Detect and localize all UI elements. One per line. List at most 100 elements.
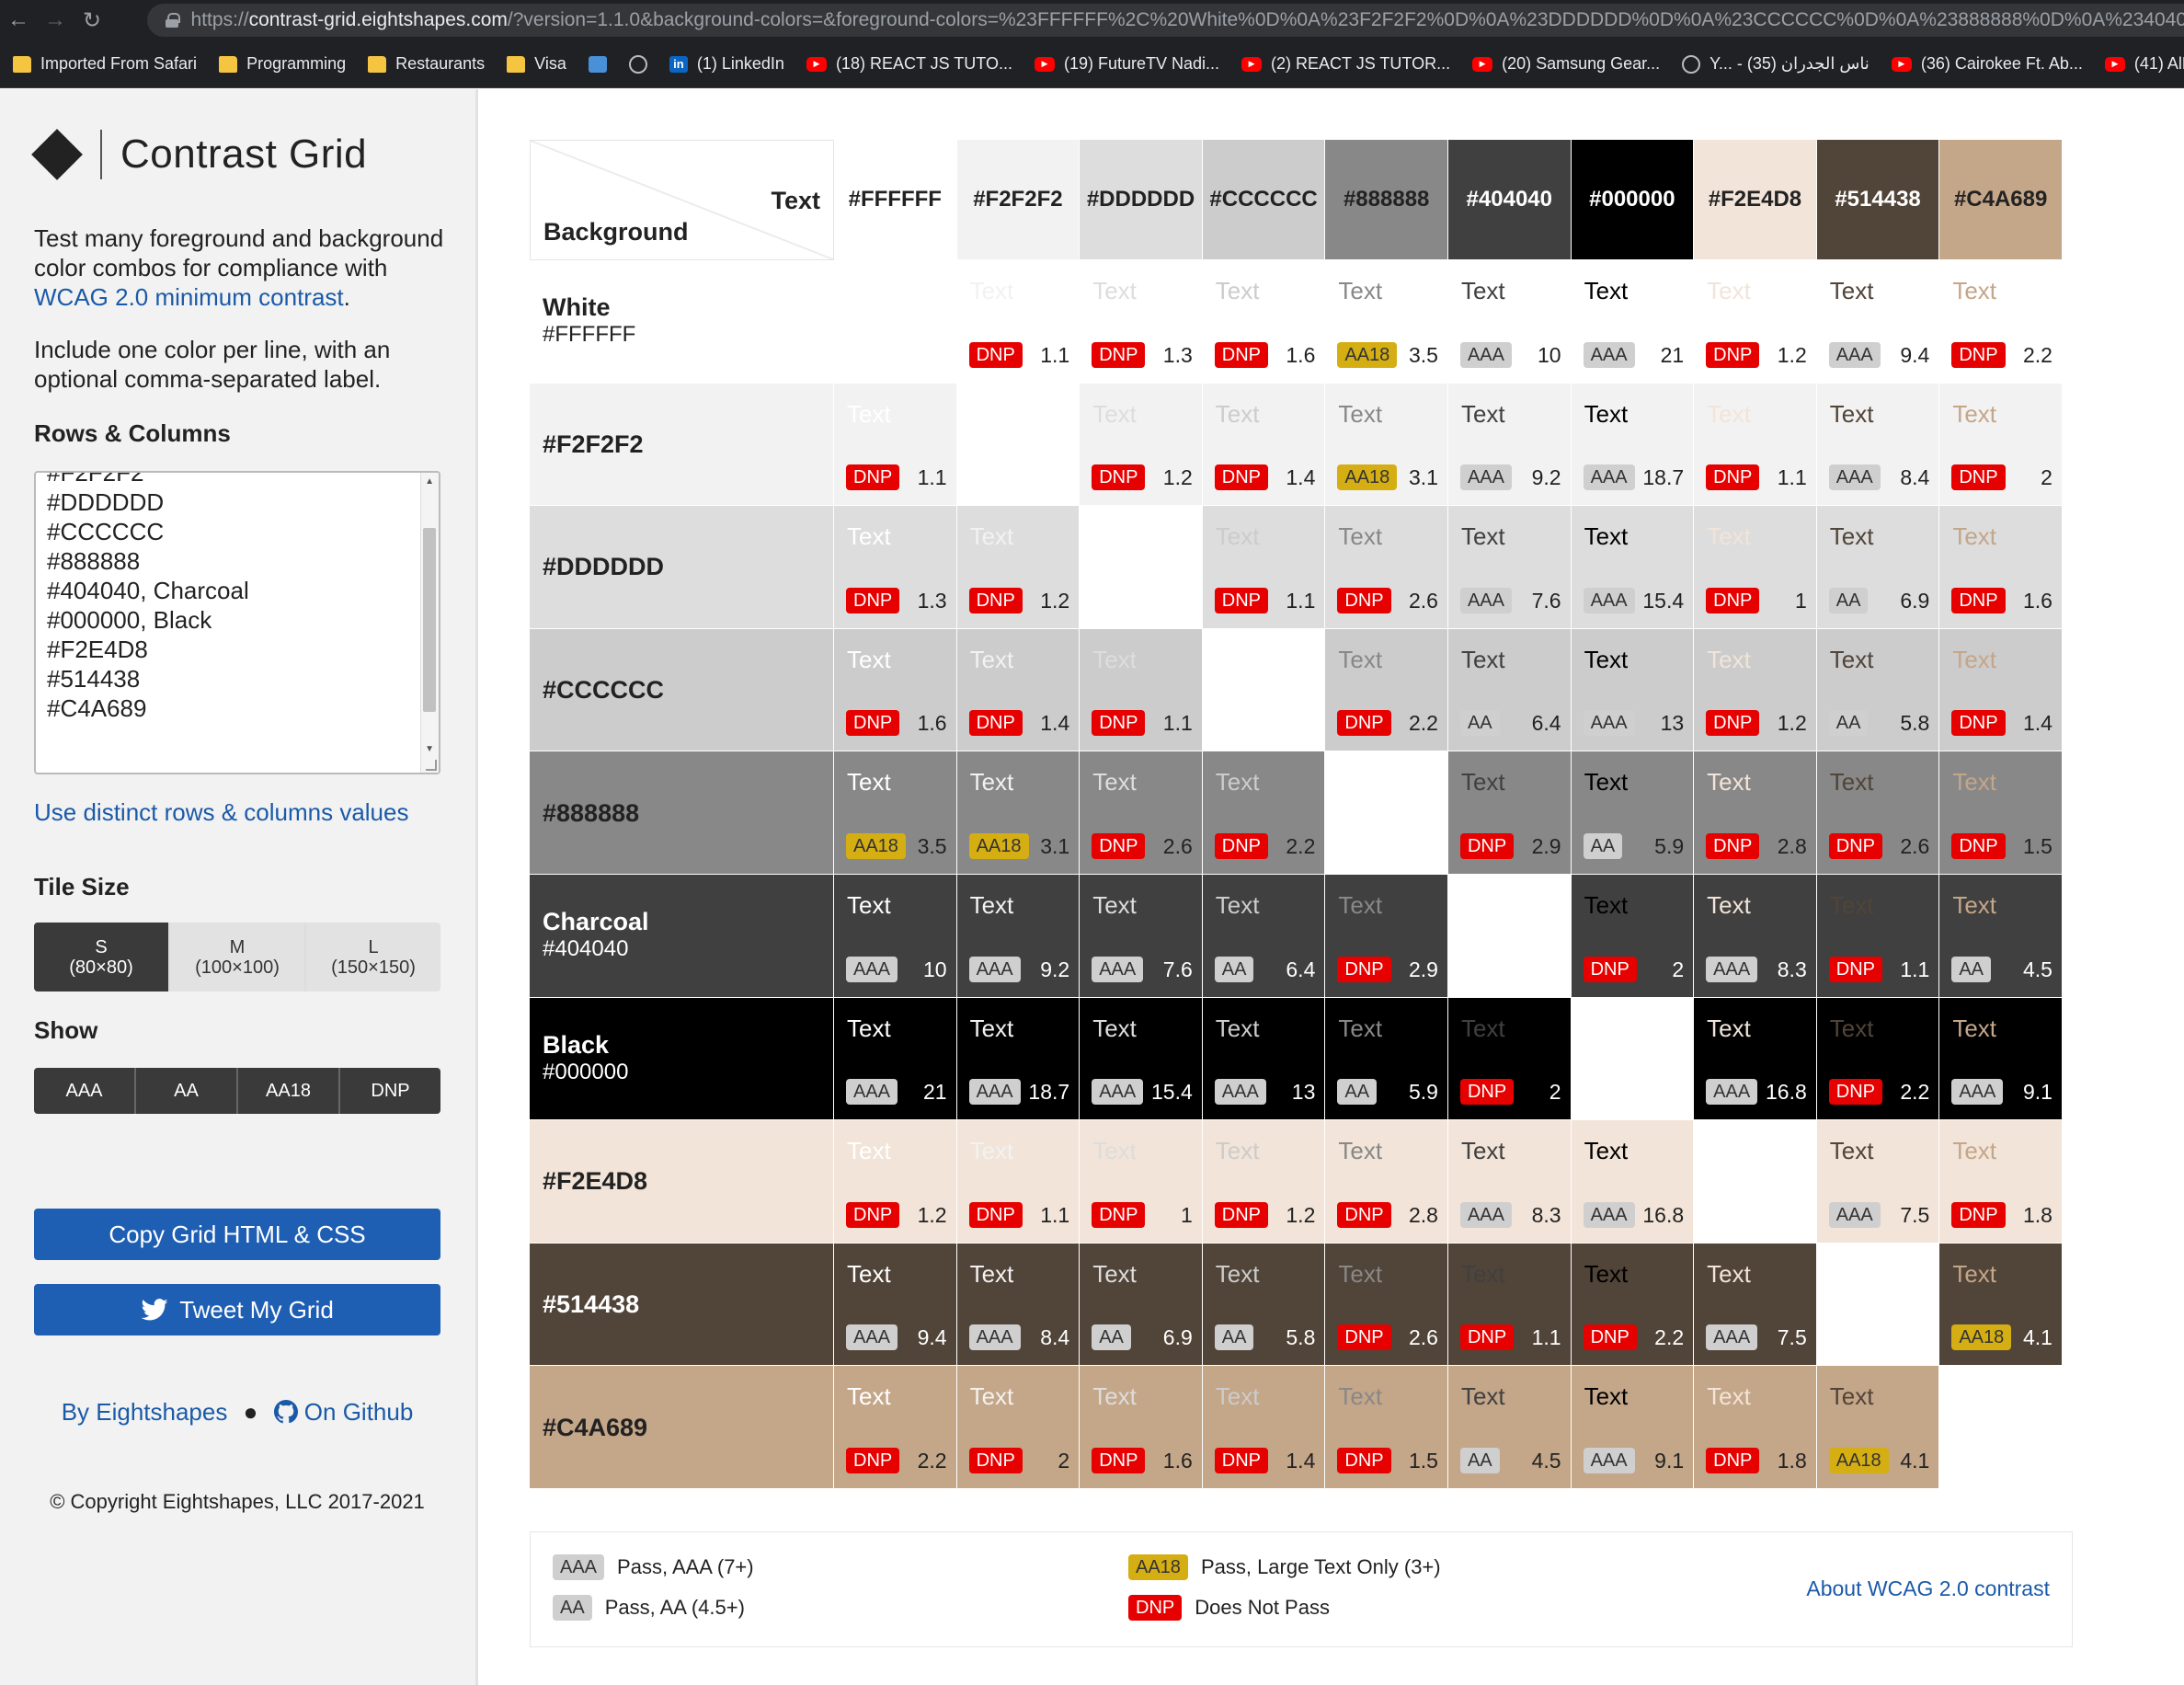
browser-toolbar: ← → ↻ https://contrast-grid.eightshapes.… — [0, 0, 2184, 40]
show-toggle-aa18[interactable]: AA18 — [238, 1068, 340, 1114]
scroll-down-icon[interactable]: ▼ — [425, 744, 434, 754]
contrast-ratio: 2 — [2041, 465, 2053, 490]
intro-text: Test many foreground and background colo… — [34, 224, 444, 311]
tile-size-option-s[interactable]: S (80×80) — [34, 923, 170, 992]
bookmark-label: (36) Cairokee Ft. Ab... — [1920, 54, 2083, 73]
show-toggle-aa[interactable]: AA — [136, 1068, 238, 1114]
tile-size-dims: (150×150) — [331, 957, 416, 978]
row-header: #888888 — [530, 751, 834, 875]
contrast-tile: Text DNP 1.6 — [1202, 260, 1326, 384]
bookmark-item[interactable]: ▶ (18) REACT JS TUTO... — [806, 54, 1012, 74]
sample-text: Text — [1092, 1382, 1137, 1411]
contrast-tile: Text AAA 9.2 — [1447, 383, 1572, 507]
scrollbar-thumb[interactable] — [423, 528, 436, 712]
contrast-ratio: 7.5 — [1900, 1202, 1930, 1227]
sample-text: Text — [1707, 277, 1751, 304]
github-link[interactable]: On Github — [304, 1398, 414, 1426]
contrast-tile: Text DNP 1.8 — [1694, 1366, 1817, 1489]
bookmark-item[interactable]: in (1) LinkedIn — [669, 54, 784, 74]
empty-tile — [1939, 1366, 2063, 1489]
bookmark-item[interactable]: ▶ (36) Cairokee Ft. Ab... — [1891, 54, 2083, 74]
contrast-tile: Text AAA 7.6 — [1080, 874, 1203, 998]
rating-badge: AAA — [1828, 341, 1881, 368]
bookmark-item[interactable]: Y... - ناس الجدران (35) — [1682, 54, 1870, 74]
contrast-grid: Text Background #FFFFFF #F2F2F2 #DDDDDD #CC… — [530, 140, 2063, 1489]
contrast-tile: Text DNP 2.8 — [1694, 751, 1817, 875]
contrast-tile: Text AA18 3.1 — [1325, 383, 1448, 507]
corner-text-label: Text — [771, 187, 820, 214]
bookmark-item[interactable]: ▶ (19) FutureTV Nadi... — [1034, 54, 1219, 74]
wcag-link[interactable]: WCAG 2.0 minimum contrast — [34, 283, 344, 311]
reload-icon[interactable]: ↻ — [74, 0, 110, 40]
contrast-ratio: 7.6 — [1531, 588, 1561, 613]
rating-badge: DNP — [1459, 832, 1515, 859]
column-header: #000000 — [1571, 140, 1695, 260]
footer-links: By Eightshapes ● On Github — [34, 1398, 440, 1427]
sample-text: Text — [969, 768, 1014, 797]
tile-size-option-m[interactable]: M (100×100) — [170, 923, 306, 992]
scroll-up-icon[interactable]: ▲ — [425, 476, 434, 487]
contrast-ratio: 1 — [1794, 588, 1807, 613]
bookmark-item[interactable]: Imported From Safari — [13, 54, 197, 74]
rating-badge: AAA — [1828, 1201, 1881, 1228]
rating-badge: AA — [1583, 832, 1623, 859]
bookmark-item[interactable]: Programming — [219, 54, 346, 74]
tile-size-heading: Tile Size — [34, 873, 130, 900]
contrast-ratio: 8.4 — [1040, 1325, 1070, 1350]
contrast-tile: Text DNP 1.2 — [1694, 260, 1817, 384]
row-header: #C4A689 — [530, 1366, 834, 1489]
address-bar[interactable]: https://contrast-grid.eightshapes.com/?v… — [147, 4, 2184, 37]
brand: Contrast Grid — [31, 129, 367, 180]
sample-text: Text — [1707, 399, 1751, 428]
bookmark-item[interactable] — [588, 55, 607, 73]
sample-text: Text — [1952, 1137, 1997, 1165]
bookmark-item[interactable]: ▶ (20) Samsung Gear... — [1472, 54, 1660, 74]
sample-text: Text — [1952, 277, 1997, 304]
bookmark-item[interactable]: ▶ (2) REACT JS TUTOR... — [1241, 54, 1450, 74]
tile-size-option-l[interactable]: L (150×150) — [306, 923, 440, 992]
forward-arrow-icon[interactable]: → — [37, 0, 74, 40]
bookmark-item[interactable] — [628, 54, 647, 74]
sample-text: Text — [1092, 1137, 1137, 1165]
rating-badge: DNP — [846, 710, 900, 737]
sample-text: Text — [1338, 1137, 1383, 1165]
sample-text: Text — [1952, 1014, 1997, 1042]
show-toggle-dnp[interactable]: DNP — [340, 1068, 440, 1114]
bookmark-item[interactable]: Restaurants — [368, 54, 485, 74]
row-header: White #FFFFFF — [530, 260, 834, 384]
legend: AAA Pass, AAA (7+) AA Pass, AA (4.5+) AA… — [530, 1531, 2073, 1647]
tweet-button[interactable]: Tweet My Grid — [34, 1284, 440, 1335]
back-arrow-icon[interactable]: ← — [0, 0, 37, 40]
empty-tile — [1447, 874, 1572, 998]
contrast-ratio: 9.1 — [1654, 1448, 1685, 1473]
distinct-values-link[interactable]: Use distinct rows & columns values — [34, 797, 457, 827]
copy-grid-button[interactable]: Copy Grid HTML & CSS — [34, 1209, 440, 1260]
rows-columns-textarea[interactable]: #F2F2F2 #DDDDDD #CCCCCC #888888 #404040, Cha… — [34, 471, 440, 774]
show-toggle-aaa[interactable]: AAA — [34, 1068, 136, 1114]
contrast-ratio: 2.6 — [1900, 833, 1930, 858]
rating-badge: DNP — [1092, 341, 1146, 368]
contrast-ratio: 1.2 — [917, 1202, 947, 1227]
bookmark-item[interactable]: ▶ (41) AlHa — [2104, 54, 2184, 74]
sample-text: Text — [1338, 277, 1383, 304]
sample-text: Text — [1707, 1382, 1751, 1411]
github-icon[interactable] — [273, 1400, 298, 1424]
sample-text: Text — [1952, 768, 1997, 797]
contrast-tile: Text AAA 21 — [1571, 260, 1695, 384]
rating-badge: DNP — [1337, 1201, 1391, 1228]
tile-size-dims: (80×80) — [69, 957, 133, 978]
rating-badge: AA — [1951, 956, 1992, 982]
contrast-tile: Text DNP 2.2 — [1325, 628, 1448, 752]
by-eightshapes-link[interactable]: By Eightshapes — [62, 1398, 228, 1426]
rating-badge: DNP — [1706, 832, 1760, 859]
bookmark-item[interactable]: Visa — [507, 54, 566, 74]
rating-badge: DNP — [1459, 1324, 1515, 1351]
textarea-scrollbar[interactable]: ▲ ▼ — [420, 473, 439, 773]
sample-text: Text — [1707, 1014, 1751, 1042]
contrast-tile: Text AAA 10 — [834, 874, 957, 998]
legend-label: Pass, Large Text Only (3+) — [1200, 1555, 1441, 1578]
sample-text: Text — [847, 399, 891, 428]
resize-handle-icon[interactable] — [426, 760, 437, 771]
about-wcag-link[interactable]: About WCAG 2.0 contrast — [1806, 1576, 2050, 1601]
empty-tile — [1571, 997, 1695, 1121]
